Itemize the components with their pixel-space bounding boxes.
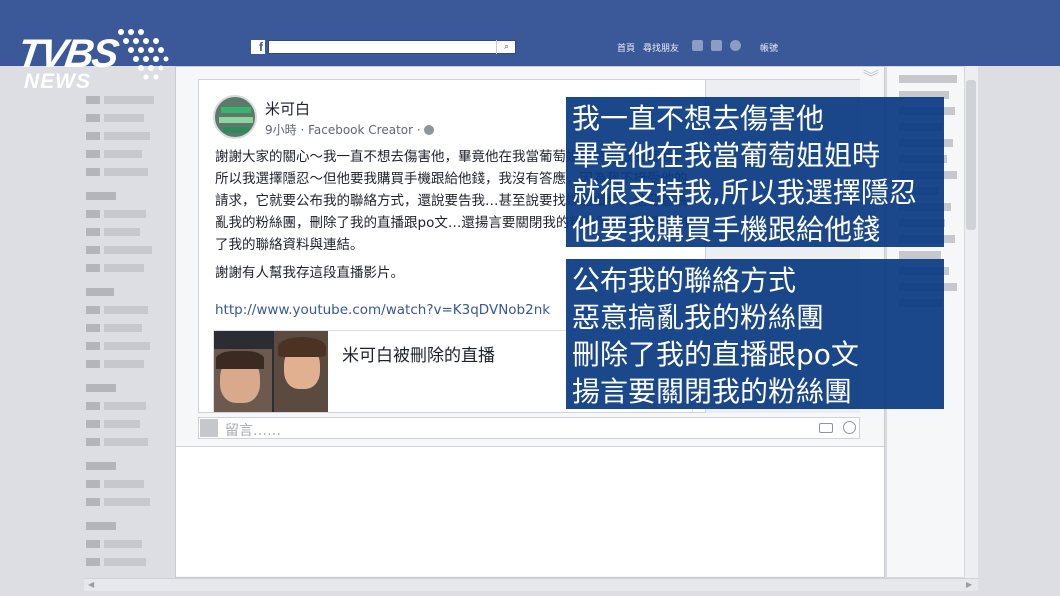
left-sidebar [86,78,166,578]
caption-box-2: 公布我的聯絡方式 惡意搞亂我的粉絲團 刪除了我的直播跟po文 揚言要關閉我的粉絲… [566,259,944,409]
messages-icon[interactable] [711,40,722,51]
camera-icon[interactable] [819,423,833,433]
caption-line: 畢竟他在我當葡萄姐姐時 [572,139,881,172]
comment-bar: 留言…… [198,417,860,439]
caption-line: 惡意搞亂我的粉絲團 [572,301,825,334]
nav-account-menu[interactable]: 帳號 [760,41,778,54]
caption-line: 刪除了我的直播跟po文 [572,338,859,371]
horizontal-scrollbar[interactable] [84,578,978,591]
search-icon[interactable]: ⌕ [496,40,516,54]
preview-title[interactable]: 米可白被刪除的直播 [342,341,495,366]
notifications-icon[interactable] [730,40,741,51]
caption-line: 我一直不想去傷害他 [572,102,825,135]
scroll-right-icon[interactable]: ▶ [966,580,972,589]
scrollbar-thumb[interactable] [966,80,976,230]
comment-input[interactable]: 留言…… [225,420,281,440]
emoji-icon[interactable] [843,421,856,434]
logo-news-text: NEWS [24,70,91,93]
next-post-card [176,446,884,576]
user-icon [200,419,218,437]
post-author[interactable]: 米可白 [265,98,310,119]
chevron-down-icon[interactable]: ︾ [863,64,879,88]
youtube-link[interactable]: http://www.youtube.com/watch?v=K3qDVNob2… [215,302,550,318]
avatar[interactable] [213,95,257,139]
caption-line: 就很支持我,所以我選擇隱忍 [572,176,917,209]
post-meta: 9小時 · Facebook Creator · [265,121,434,138]
nav-home[interactable]: 首頁 [617,41,635,54]
search-input[interactable] [268,40,516,54]
caption-line: 他要我購買手機跟給他錢 [572,213,881,246]
scroll-left-icon[interactable]: ◀ [88,580,94,589]
friend-requests-icon[interactable] [692,40,703,51]
caption-line: 揚言要關閉我的粉絲團 [572,375,853,408]
video-thumbnail[interactable] [214,331,328,412]
nav-find-friends[interactable]: 尋找朋友 [643,41,679,54]
caption-box-1: 我一直不想去傷害他 畢竟他在我當葡萄姐姐時 就很支持我,所以我選擇隱忍 他要我購… [566,97,944,247]
caption-line: 公布我的聯絡方式 [572,264,797,297]
facebook-logo-icon[interactable]: f [251,40,265,54]
globe-icon [423,125,434,135]
